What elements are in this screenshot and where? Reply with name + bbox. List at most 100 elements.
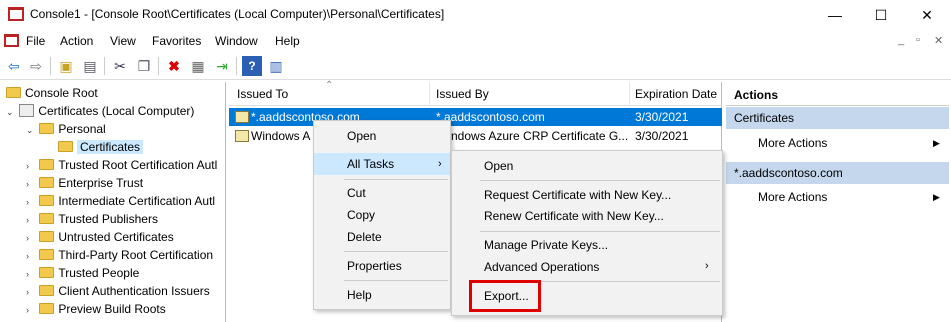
mdi-close-button[interactable]: ✕ <box>934 34 943 47</box>
folder-icon <box>39 285 55 296</box>
submenu-open[interactable]: Open <box>452 155 722 177</box>
column-expiration-date[interactable]: Expiration Date <box>635 87 717 101</box>
maximize-button[interactable]: ☐ <box>858 0 904 30</box>
toolbar-separator <box>236 57 237 75</box>
cell-expiration: 3/30/2021 <box>635 110 689 124</box>
tree-item-trusted-publishers[interactable]: › Trusted Publishers <box>26 210 158 228</box>
menu-view[interactable]: View <box>110 34 136 48</box>
menu-help[interactable]: Help <box>314 284 450 306</box>
forward-icon[interactable]: ⇨ <box>26 56 46 76</box>
submenu-manage-private-keys[interactable]: Manage Private Keys... <box>452 234 722 256</box>
tree-item-console-root[interactable]: Console Root <box>6 84 98 102</box>
tree-item-certificates[interactable]: Certificates <box>58 138 144 156</box>
chevron-right-icon[interactable]: › <box>26 301 36 319</box>
tree-item-label: Third-Party Root Certification <box>58 248 214 262</box>
column-divider[interactable] <box>429 82 430 106</box>
copy-icon[interactable]: ❐ <box>134 56 154 76</box>
menu-cut[interactable]: Cut <box>314 182 450 204</box>
mmc-app-icon <box>8 7 24 21</box>
tree-item-client-auth[interactable]: › Client Authentication Issuers <box>26 282 210 300</box>
delete-icon[interactable]: ✖ <box>164 56 184 76</box>
folder-icon <box>39 249 55 260</box>
submenu-request-new-key[interactable]: Request Certificate with New Key... <box>452 184 722 206</box>
toolbar-separator <box>50 57 51 75</box>
table-row[interactable]: Windows A ndows Azure CRP Certificate G.… <box>229 127 722 145</box>
certificate-store-icon <box>19 104 35 117</box>
actions-section-certificates[interactable]: Certificates <box>726 107 949 129</box>
back-icon[interactable]: ⇦ <box>4 56 24 76</box>
menu-delete[interactable]: Delete <box>314 226 450 248</box>
cell-expiration: 3/30/2021 <box>635 129 689 143</box>
column-issued-by[interactable]: Issued By <box>436 87 489 101</box>
cut-icon[interactable]: ✂ <box>110 56 130 76</box>
tree-item-label: Client Authentication Issuers <box>58 284 210 298</box>
chevron-right-icon[interactable]: › <box>26 247 36 265</box>
column-divider[interactable] <box>629 82 630 106</box>
tree-item-certificates-local[interactable]: ⌄ Certificates (Local Computer) <box>6 102 194 120</box>
menu-properties[interactable]: Properties <box>314 255 450 277</box>
folder-icon <box>39 267 55 278</box>
chevron-right-icon[interactable]: ▶ <box>933 138 940 149</box>
chevron-right-icon[interactable]: › <box>26 193 36 211</box>
tree-item-trusted-people[interactable]: › Trusted People <box>26 264 139 282</box>
chevron-right-icon[interactable]: › <box>26 229 36 247</box>
folder-icon <box>39 303 55 314</box>
tree-item-personal[interactable]: ⌄ Personal <box>26 120 106 138</box>
chevron-down-icon[interactable]: ⌄ <box>26 121 36 139</box>
tree-item-preview-build[interactable]: › Preview Build Roots <box>26 300 166 318</box>
menu-separator <box>344 251 448 252</box>
certificate-icon <box>235 108 249 126</box>
tree-item-trusted-root[interactable]: › Trusted Root Certification Autl <box>26 156 217 174</box>
tree-item-untrusted[interactable]: › Untrusted Certificates <box>26 228 174 246</box>
column-issued-to[interactable]: Issued To <box>237 87 288 101</box>
toolbar: ⇦ ⇨ ▣ ▤ ✂ ❐ ✖ ▦ ⇥ ? ▥ <box>0 52 951 80</box>
more-actions-cert[interactable]: More Actions <box>758 190 827 204</box>
mdi-restore-button[interactable]: ▫ <box>916 34 920 46</box>
chevron-right-icon[interactable]: ▶ <box>933 192 940 203</box>
chevron-right-icon[interactable]: › <box>26 265 36 283</box>
menu-separator <box>344 179 448 180</box>
folder-icon <box>39 213 55 224</box>
show-hide-tree-icon[interactable]: ▤ <box>80 56 100 76</box>
close-button[interactable]: ✕ <box>904 0 950 30</box>
submenu-renew-new-key[interactable]: Renew Certificate with New Key... <box>452 205 722 227</box>
chevron-right-icon[interactable]: › <box>26 211 36 229</box>
chevron-down-icon[interactable]: ⌄ <box>6 103 16 121</box>
folder-icon <box>6 87 21 98</box>
console-icon[interactable] <box>4 34 19 47</box>
tree-item-label: Preview Build Roots <box>58 302 166 316</box>
title-bar: Console1 - [Console Root\Certificates (L… <box>0 0 951 30</box>
menu-bar: File Action View Favorites Window Help _… <box>0 30 951 52</box>
tree-item-intermediate[interactable]: › Intermediate Certification Autl <box>26 192 215 210</box>
menu-open[interactable]: Open <box>314 125 450 147</box>
properties-icon[interactable]: ▦ <box>188 56 208 76</box>
chevron-right-icon[interactable]: › <box>26 175 36 193</box>
toolbar-separator <box>158 57 159 75</box>
more-actions-certificates[interactable]: More Actions <box>758 136 827 150</box>
export-list-icon[interactable]: ⇥ <box>212 56 232 76</box>
menu-favorites[interactable]: Favorites <box>152 34 201 48</box>
submenu-advanced-operations[interactable]: Advanced Operations <box>452 256 722 278</box>
up-folder-icon[interactable]: ▣ <box>56 56 76 76</box>
chevron-right-icon[interactable]: › <box>26 157 36 175</box>
show-action-pane-icon[interactable]: ▥ <box>266 56 286 76</box>
help-icon[interactable]: ? <box>242 56 262 76</box>
actions-section-cert[interactable]: *.aaddscontoso.com <box>726 162 949 184</box>
chevron-right-icon[interactable]: › <box>26 283 36 301</box>
minimize-button[interactable]: — <box>812 0 858 30</box>
tree-item-third-party-root[interactable]: › Third-Party Root Certification <box>26 246 213 264</box>
menu-help[interactable]: Help <box>275 34 300 48</box>
menu-window[interactable]: Window <box>215 34 258 48</box>
menu-all-tasks[interactable]: All Tasks <box>314 153 450 175</box>
tree-item-enterprise-trust[interactable]: › Enterprise Trust <box>26 174 143 192</box>
tree-item-label: Trusted Publishers <box>58 212 158 226</box>
menu-action[interactable]: Action <box>60 34 93 48</box>
menu-copy[interactable]: Copy <box>314 204 450 226</box>
mdi-minimize-button[interactable]: _ <box>898 34 904 46</box>
context-menu: Open All Tasks › Cut Copy Delete Propert… <box>313 120 451 310</box>
menu-file[interactable]: File <box>26 34 45 48</box>
certificate-icon <box>235 127 249 145</box>
tree-item-label: Trusted Root Certification Autl <box>58 158 218 172</box>
table-row[interactable]: *.aaddscontoso.com *.aaddscontoso.com 3/… <box>229 108 722 126</box>
list-header: ⌃ Issued To Issued By Expiration Date <box>229 80 722 106</box>
